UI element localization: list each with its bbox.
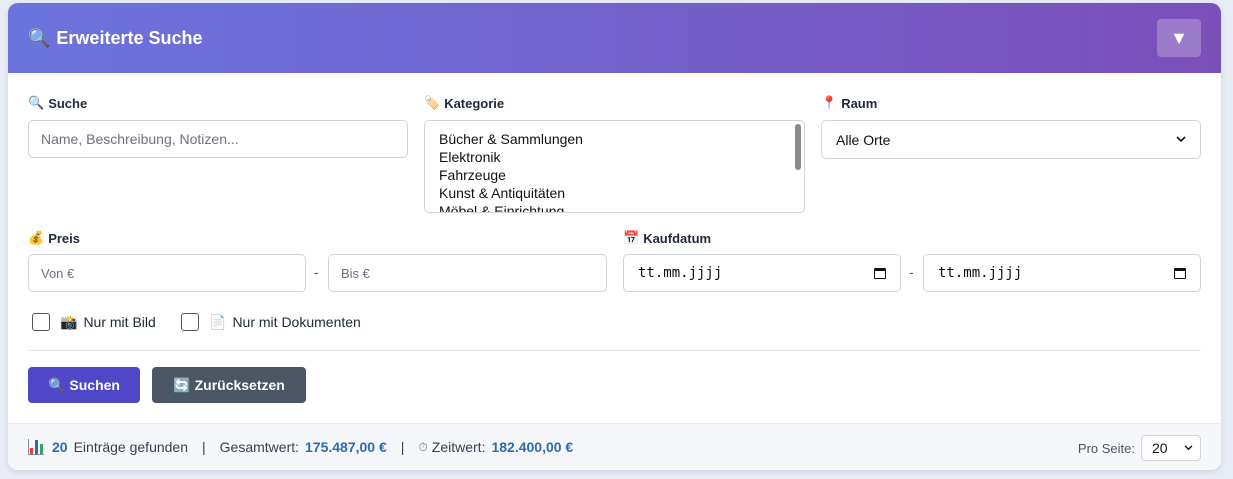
total-value-label: Gesamtwert: bbox=[219, 439, 300, 455]
category-listbox[interactable]: Bücher & Sammlungen Elektronik Fahrzeuge… bbox=[424, 120, 805, 213]
panel-title: 🔍 Erweiterte Suche bbox=[28, 28, 202, 49]
price-from-input[interactable]: Von € bbox=[28, 254, 306, 292]
only-documents-filter[interactable]: 📄 Nur mit Dokumenten bbox=[181, 313, 361, 331]
only-image-label: Nur mit Bild bbox=[83, 314, 156, 330]
camera-icon: 📸 bbox=[60, 313, 78, 330]
price-to-placeholder: Bis € bbox=[341, 265, 370, 281]
result-count: 20 bbox=[52, 439, 68, 455]
search-icon: 🔍 bbox=[28, 95, 45, 110]
chevron-down-icon bbox=[1176, 136, 1186, 143]
price-label-text: Preis bbox=[48, 230, 80, 246]
stopwatch-icon: ⏱ bbox=[418, 439, 428, 454]
purchase-date-from-input[interactable]: tt.mm.jjjj bbox=[623, 254, 901, 292]
category-option[interactable]: Elektronik bbox=[439, 148, 790, 166]
search-input[interactable]: Name, Beschreibung, Notizen... bbox=[28, 120, 408, 158]
calendar-icon: 📅 bbox=[623, 230, 640, 245]
per-page-label: Pro Seite: bbox=[1077, 440, 1135, 456]
per-page-control: Pro Seite: 20 bbox=[1078, 435, 1201, 461]
category-option[interactable]: Fahrzeuge bbox=[439, 166, 790, 184]
search-button[interactable]: 🔍 Suchen bbox=[28, 367, 140, 403]
search-form: 🔍 Suche Name, Beschreibung, Notizen... 🏷… bbox=[8, 73, 1221, 423]
refresh-icon: 🔄 bbox=[173, 376, 191, 393]
calendar-picker-icon[interactable] bbox=[874, 267, 886, 279]
collapse-toggle-button[interactable]: ▼ bbox=[1157, 19, 1201, 57]
room-label-text: Raum bbox=[841, 95, 878, 111]
search-icon: 🔍 bbox=[28, 27, 51, 48]
current-value-label: Zeitwert: bbox=[431, 439, 486, 455]
search-button-label: Suchen bbox=[69, 377, 120, 393]
category-scrollbar[interactable] bbox=[795, 124, 801, 170]
price-from-placeholder: Von € bbox=[41, 265, 75, 281]
price-label: 💰 Preis bbox=[28, 230, 80, 246]
footer-separator: | bbox=[202, 439, 206, 455]
room-select[interactable]: Alle Orte bbox=[821, 120, 1201, 159]
purchase-date-label-text: Kaufdatum bbox=[643, 230, 712, 246]
category-label-text: Kategorie bbox=[444, 95, 505, 111]
calendar-picker-icon[interactable] bbox=[1174, 267, 1186, 279]
purchase-date-from-value: tt.mm.jjjj bbox=[638, 265, 723, 281]
per-page-value: 20 bbox=[1152, 440, 1168, 456]
purchase-date-to-input[interactable]: tt.mm.jjjj bbox=[923, 254, 1201, 292]
total-value: 175.487,00 € bbox=[305, 439, 387, 455]
panel-header: 🔍 Erweiterte Suche ▼ bbox=[8, 3, 1221, 73]
search-icon: 🔍 bbox=[47, 376, 66, 393]
bar-chart-icon bbox=[28, 439, 44, 455]
search-input-placeholder: Name, Beschreibung, Notizen... bbox=[41, 131, 239, 147]
category-option[interactable]: Bücher & Sammlungen bbox=[439, 130, 790, 148]
price-to-input[interactable]: Bis € bbox=[328, 254, 607, 292]
pin-icon: 📍 bbox=[821, 95, 838, 110]
results-summary-bar: 20 Einträge gefunden | Gesamtwert: 175.4… bbox=[8, 423, 1221, 470]
chevron-down-icon: ▼ bbox=[1170, 27, 1188, 48]
only-documents-checkbox[interactable] bbox=[181, 313, 199, 331]
advanced-search-panel: 🔍 Erweiterte Suche ▼ 🔍 Suche Name, Besch… bbox=[8, 3, 1221, 470]
money-bag-icon: 💰 bbox=[28, 230, 45, 245]
current-value: 182.400,00 € bbox=[491, 439, 574, 455]
document-icon: 📄 bbox=[209, 313, 227, 330]
result-count-label: Einträge gefunden bbox=[73, 439, 189, 455]
category-label: 🏷️ Kategorie bbox=[424, 95, 504, 111]
purchase-date-to-value: tt.mm.jjjj bbox=[938, 265, 1023, 281]
search-label: 🔍 Suche bbox=[28, 95, 87, 111]
only-documents-label: Nur mit Dokumenten bbox=[232, 314, 361, 330]
date-separator: - bbox=[909, 264, 914, 280]
per-page-select[interactable]: 20 bbox=[1141, 435, 1201, 461]
only-image-checkbox[interactable] bbox=[32, 313, 50, 331]
room-label: 📍 Raum bbox=[821, 95, 877, 111]
tag-icon: 🏷️ bbox=[424, 95, 441, 110]
form-divider bbox=[28, 350, 1201, 351]
category-option[interactable]: Möbel & Einrichtung bbox=[439, 202, 790, 212]
panel-title-text: Erweiterte Suche bbox=[56, 27, 203, 48]
reset-button-label: Zurücksetzen bbox=[194, 377, 285, 393]
search-label-text: Suche bbox=[48, 95, 88, 111]
chevron-down-icon bbox=[1184, 445, 1193, 451]
footer-separator: | bbox=[400, 439, 405, 455]
category-option[interactable]: Kunst & Antiquitäten bbox=[439, 184, 790, 202]
reset-button[interactable]: 🔄 Zurücksetzen bbox=[152, 367, 306, 403]
room-select-value: Alle Orte bbox=[836, 131, 891, 148]
purchase-date-label: 📅 Kaufdatum bbox=[623, 230, 711, 246]
price-separator: - bbox=[314, 264, 319, 280]
only-image-filter[interactable]: 📸 Nur mit Bild bbox=[32, 313, 156, 331]
